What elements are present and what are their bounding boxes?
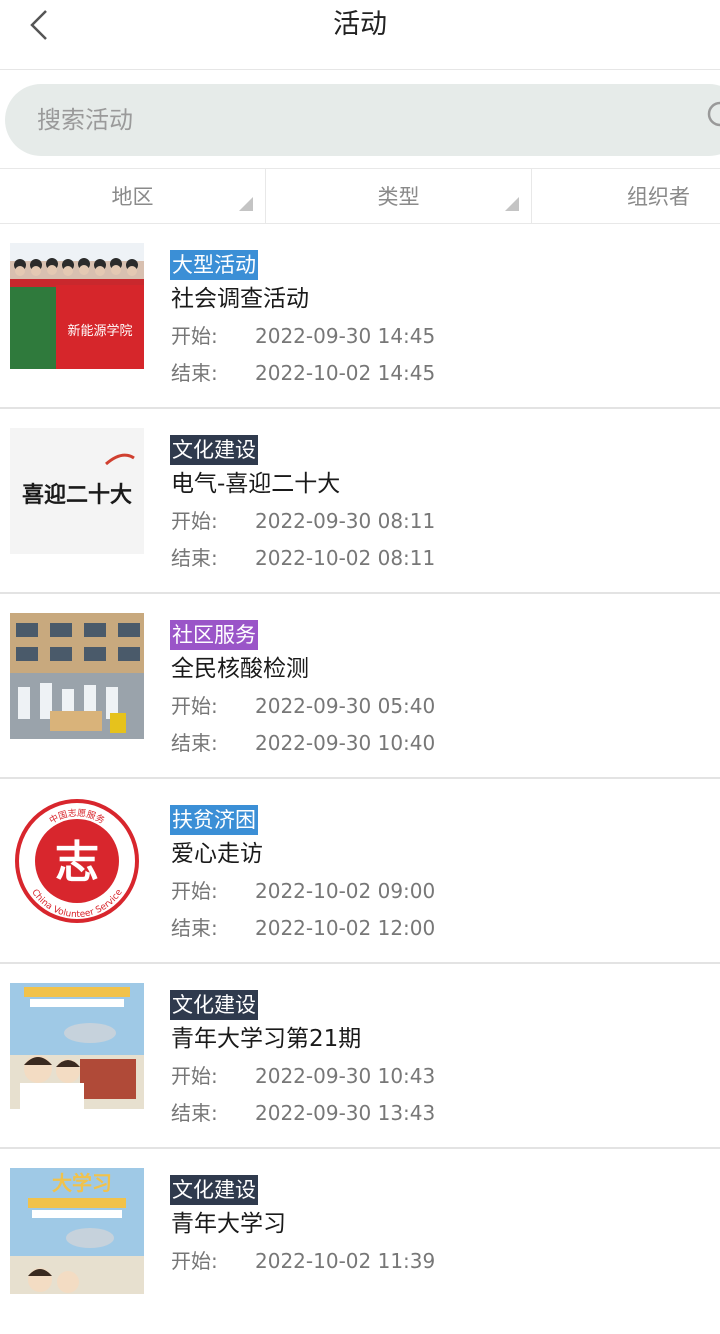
activity-thumbnail: 喜迎二十大 [10, 428, 144, 554]
start-label: 开始: [171, 509, 218, 533]
activity-thumbnail: 新能源学院 [10, 243, 144, 369]
end-time-row: 结束: 2022-10-02 08:11 [171, 544, 435, 572]
thumb-banner-text: 新能源学院 [67, 323, 132, 339]
start-time-row: 开始: 2022-10-02 09:00 [171, 877, 435, 905]
end-time-row: 结束: 2022-10-02 14:45 [171, 359, 435, 387]
activity-item[interactable]: 志 中国志愿服务 China Volunteer Service 扶贫济困 爱心… [0, 779, 720, 964]
filter-label: 组织者 [627, 185, 690, 209]
start-time: 2022-09-30 08:11 [255, 509, 436, 533]
category-tag: 社区服务 [170, 620, 258, 650]
dropdown-triangle-icon [239, 197, 253, 211]
start-time: 2022-09-30 14:45 [255, 324, 436, 348]
top-bar: 活动 [0, 0, 720, 70]
end-label: 结束: [171, 546, 218, 570]
end-label: 结束: [171, 1101, 218, 1125]
search-box[interactable] [5, 84, 720, 156]
activity-item[interactable]: 文化建设 青年大学习第21期 开始: 2022-09-30 10:43 结束: … [0, 964, 720, 1149]
thumb-logo-char: 志 [55, 837, 99, 888]
end-label: 结束: [171, 731, 218, 755]
category-tag: 文化建设 [170, 435, 258, 465]
filter-organizer[interactable]: 组织者 [532, 169, 720, 223]
start-time: 2022-09-30 10:43 [255, 1064, 436, 1088]
dropdown-triangle-icon [505, 197, 519, 211]
start-time-row: 开始: 2022-09-30 14:45 [171, 322, 435, 350]
filter-bar: 地区 类型 组织者 [0, 168, 720, 224]
activity-name: 全民核酸检测 [171, 656, 309, 682]
filter-type[interactable]: 类型 [266, 169, 532, 223]
start-time-row: 开始: 2022-09-30 08:11 [171, 507, 435, 535]
start-time-row: 开始: 2022-09-30 10:43 [171, 1062, 435, 1090]
search-bar [0, 70, 720, 168]
thumb-poster-title: 大学习 [52, 1171, 112, 1195]
activity-item[interactable]: 喜迎二十大 文化建设 电气-喜迎二十大 开始: 2022-09-30 08:11… [0, 409, 720, 594]
start-time: 2022-10-02 09:00 [255, 879, 436, 903]
start-label: 开始: [171, 324, 218, 348]
category-tag: 文化建设 [170, 1175, 258, 1205]
filter-label: 类型 [377, 185, 420, 209]
activity-list: 新能源学院 大型活动 社会调查活动 开始: 2022-09-30 14:45 结… [0, 224, 720, 1334]
activity-item[interactable]: 新能源学院 大型活动 社会调查活动 开始: 2022-09-30 14:45 结… [0, 224, 720, 409]
activity-name: 电气-喜迎二十大 [171, 471, 341, 497]
filter-region[interactable]: 地区 [0, 169, 266, 223]
end-time: 2022-10-02 14:45 [255, 361, 436, 385]
category-tag: 文化建设 [170, 990, 258, 1020]
activity-name: 社会调查活动 [171, 286, 309, 312]
page-title: 活动 [333, 9, 387, 40]
activity-item[interactable]: 社区服务 全民核酸检测 开始: 2022-09-30 05:40 结束: 202… [0, 594, 720, 779]
end-label: 结束: [171, 916, 218, 940]
start-label: 开始: [171, 694, 218, 718]
activity-thumbnail: 志 中国志愿服务 China Volunteer Service [10, 798, 144, 924]
category-tag: 大型活动 [170, 250, 258, 280]
start-time-row: 开始: 2022-10-02 11:39 [171, 1247, 435, 1275]
category-tag: 扶贫济困 [170, 805, 258, 835]
start-label: 开始: [171, 879, 218, 903]
end-time-row: 结束: 2022-09-30 13:43 [171, 1099, 435, 1127]
activity-thumbnail [10, 613, 144, 739]
end-time: 2022-09-30 10:40 [255, 731, 436, 755]
activity-item[interactable]: 大学习 文化建设 青年大学习 开始: 2022-10-02 11:39 [0, 1149, 720, 1334]
start-label: 开始: [171, 1064, 218, 1088]
end-label: 结束: [171, 361, 218, 385]
start-label: 开始: [171, 1249, 218, 1273]
activity-name: 青年大学习 [171, 1211, 286, 1237]
search-input[interactable] [37, 84, 657, 156]
activity-name: 青年大学习第21期 [171, 1026, 362, 1052]
end-time: 2022-09-30 13:43 [255, 1101, 436, 1125]
start-time: 2022-09-30 05:40 [255, 694, 436, 718]
search-icon[interactable] [706, 100, 720, 130]
activity-thumbnail [10, 983, 144, 1109]
thumb-calligraphy: 喜迎二十大 [22, 482, 132, 508]
activity-name: 爱心走访 [171, 841, 263, 867]
activity-thumbnail: 大学习 [10, 1168, 144, 1294]
end-time: 2022-10-02 12:00 [255, 916, 436, 940]
start-time-row: 开始: 2022-09-30 05:40 [171, 692, 435, 720]
filter-label: 地区 [111, 185, 154, 209]
end-time-row: 结束: 2022-09-30 10:40 [171, 729, 435, 757]
start-time: 2022-10-02 11:39 [255, 1249, 436, 1273]
end-time-row: 结束: 2022-10-02 12:00 [171, 914, 435, 942]
end-time: 2022-10-02 08:11 [255, 546, 436, 570]
